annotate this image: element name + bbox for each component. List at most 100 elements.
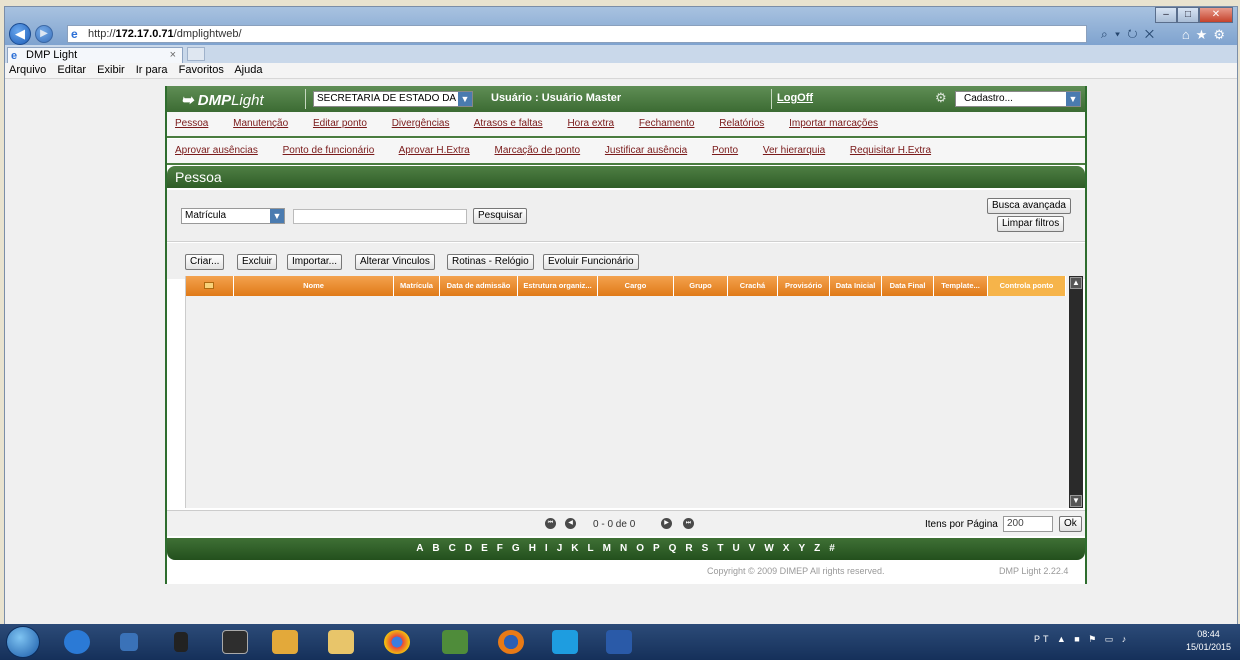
tab-close-icon[interactable]: × (170, 48, 176, 62)
alphabet-letter[interactable]: O (636, 543, 645, 554)
clock-routines-button[interactable]: Rotinas - Relógio (447, 254, 534, 270)
organization-select[interactable]: SECRETARIA DE ESTADO DA SAU ▼ (313, 91, 473, 107)
menu-ver-hierarquia[interactable]: Ver hierarquia (763, 145, 825, 156)
language-indicator[interactable]: PT (1034, 634, 1051, 644)
menu-manutencao[interactable]: Manutenção (233, 118, 288, 129)
taskbar-explorer-icon[interactable] (106, 627, 152, 657)
taskbar-network-icon[interactable] (432, 627, 478, 657)
search-button[interactable]: Pesquisar (473, 208, 528, 224)
alphabet-letter[interactable]: S (702, 543, 710, 554)
alphabet-letter[interactable]: F (497, 543, 504, 554)
taskbar-app-icon[interactable] (158, 627, 204, 657)
column-header-nome[interactable]: Nome (234, 276, 394, 296)
menu-divergencias[interactable]: Divergências (392, 118, 450, 129)
start-button[interactable] (6, 626, 40, 658)
alphabet-letter[interactable]: C (449, 543, 457, 554)
evolve-employee-button[interactable]: Evoluir Funcionário (543, 254, 639, 270)
grid-scrollbar[interactable]: ▲ ▼ (1069, 276, 1083, 508)
scroll-down-icon[interactable]: ▼ (1070, 495, 1082, 507)
create-button[interactable]: Criar... (185, 254, 225, 270)
menu-importar-marcacoes[interactable]: Importar marcações (789, 118, 878, 129)
taskbar-skype-icon[interactable] (542, 627, 588, 657)
menu-exibir[interactable]: Exibir (97, 64, 125, 76)
cadastro-select[interactable]: Cadastro... ▼ (955, 91, 1081, 107)
alphabet-letter[interactable]: M (603, 543, 612, 554)
alphabet-letter[interactable]: # (829, 543, 836, 554)
first-page-icon[interactable]: ⏮ (545, 518, 556, 529)
menu-editar[interactable]: Editar (57, 64, 86, 76)
alphabet-letter[interactable]: G (512, 543, 521, 554)
menu-fechamento[interactable]: Fechamento (639, 118, 695, 129)
column-header-template[interactable]: Template... (934, 276, 988, 296)
alphabet-letter[interactable]: X (783, 543, 791, 554)
menu-requisitar-hextra[interactable]: Requisitar H.Extra (850, 145, 931, 156)
alphabet-letter[interactable]: V (749, 543, 757, 554)
import-button[interactable]: Importar... (287, 254, 343, 270)
column-header-controla-ponto[interactable]: Controla ponto (988, 276, 1066, 296)
menu-aprovar-ausencias[interactable]: Aprovar ausências (175, 145, 258, 156)
alphabet-letter[interactable]: Q (669, 543, 678, 554)
alter-links-button[interactable]: Alterar Vinculos (355, 254, 435, 270)
alphabet-letter[interactable]: W (764, 543, 774, 554)
items-per-page-input[interactable]: 200 (1003, 516, 1053, 532)
minimize-button[interactable]: – (1155, 7, 1177, 23)
browser-tab[interactable]: e DMP Light × (7, 47, 183, 63)
taskbar-clock[interactable]: 08:44 15/01/2015 (1186, 628, 1231, 654)
column-header-cracha[interactable]: Crachá (728, 276, 778, 296)
address-bar[interactable]: e http://172.17.0.71/dmplightweb/ (67, 25, 1087, 43)
alphabet-letter[interactable]: N (620, 543, 628, 554)
menu-ajuda[interactable]: Ajuda (234, 64, 262, 76)
filter-field-select[interactable]: Matrícula ▼ (181, 208, 285, 224)
new-tab-button[interactable] (187, 47, 205, 61)
alphabet-letter[interactable]: H (529, 543, 537, 554)
gear-icon[interactable]: ⚙ (935, 90, 947, 106)
last-page-icon[interactable]: ⏭ (683, 518, 694, 529)
clear-filters-button[interactable]: Limpar filtros (997, 216, 1065, 232)
alphabet-letter[interactable]: E (481, 543, 489, 554)
taskbar-chrome-icon[interactable] (374, 627, 420, 657)
taskbar-folder-icon[interactable] (318, 627, 364, 657)
menu-pessoa[interactable]: Pessoa (175, 118, 208, 129)
alphabet-letter[interactable]: Z (814, 543, 821, 554)
taskbar-word-icon[interactable] (596, 627, 642, 657)
scroll-up-icon[interactable]: ▲ (1070, 277, 1082, 289)
maximize-button[interactable]: □ (1177, 7, 1199, 23)
advanced-search-button[interactable]: Busca avançada (987, 198, 1071, 214)
ok-button[interactable]: Ok (1059, 516, 1082, 532)
column-header-provisorio[interactable]: Provisório (778, 276, 830, 296)
next-page-icon[interactable]: ▶ (661, 518, 672, 529)
menu-arquivo[interactable]: Arquivo (9, 64, 46, 76)
taskbar-mail-icon[interactable] (262, 627, 308, 657)
menu-hora-extra[interactable]: Hora extra (567, 118, 614, 129)
menu-ponto[interactable]: Ponto (712, 145, 738, 156)
column-header-matricula[interactable]: Matrícula (394, 276, 440, 296)
alphabet-letter[interactable]: P (653, 543, 661, 554)
alphabet-letter[interactable]: A (416, 543, 424, 554)
back-button[interactable]: ◀ (9, 23, 31, 45)
ie-toolbar-icons[interactable]: ⌂★⚙ (1182, 27, 1231, 43)
alphabet-letter[interactable]: I (545, 543, 549, 554)
menu-relatorios[interactable]: Relatórios (719, 118, 764, 129)
alphabet-letter[interactable]: L (588, 543, 595, 554)
menu-atrasos-faltas[interactable]: Atrasos e faltas (474, 118, 543, 129)
column-header-grupo[interactable]: Grupo (674, 276, 728, 296)
menu-aprovar-hextra[interactable]: Aprovar H.Extra (399, 145, 470, 156)
forward-button[interactable]: ▶ (35, 25, 53, 43)
column-header-cargo[interactable]: Cargo (598, 276, 674, 296)
taskbar-ie-icon[interactable] (54, 627, 100, 657)
alphabet-letter[interactable]: D (465, 543, 473, 554)
taskbar-calculator-icon[interactable] (212, 627, 258, 657)
menu-ponto-funcionario[interactable]: Ponto de funcionário (283, 145, 375, 156)
alphabet-letter[interactable]: R (685, 543, 693, 554)
address-tools[interactable]: ⌕ ▾ ↻ ✕ (1101, 27, 1156, 42)
alphabet-letter[interactable]: U (732, 543, 740, 554)
column-header-estrutura[interactable]: Estrutura organiz... (518, 276, 598, 296)
search-input[interactable] (293, 209, 467, 224)
menu-justificar-ausencia[interactable]: Justificar ausência (605, 145, 687, 156)
column-header-data-inicial[interactable]: Data Inicial (830, 276, 882, 296)
alphabet-letter[interactable]: B (432, 543, 440, 554)
system-tray[interactable]: PT ▲ ■ ⚑ ▭ ♪ (1034, 634, 1129, 645)
alphabet-letter[interactable]: T (717, 543, 724, 554)
column-header-data-admissao[interactable]: Data de admissão (440, 276, 518, 296)
menu-editar-ponto[interactable]: Editar ponto (313, 118, 367, 129)
